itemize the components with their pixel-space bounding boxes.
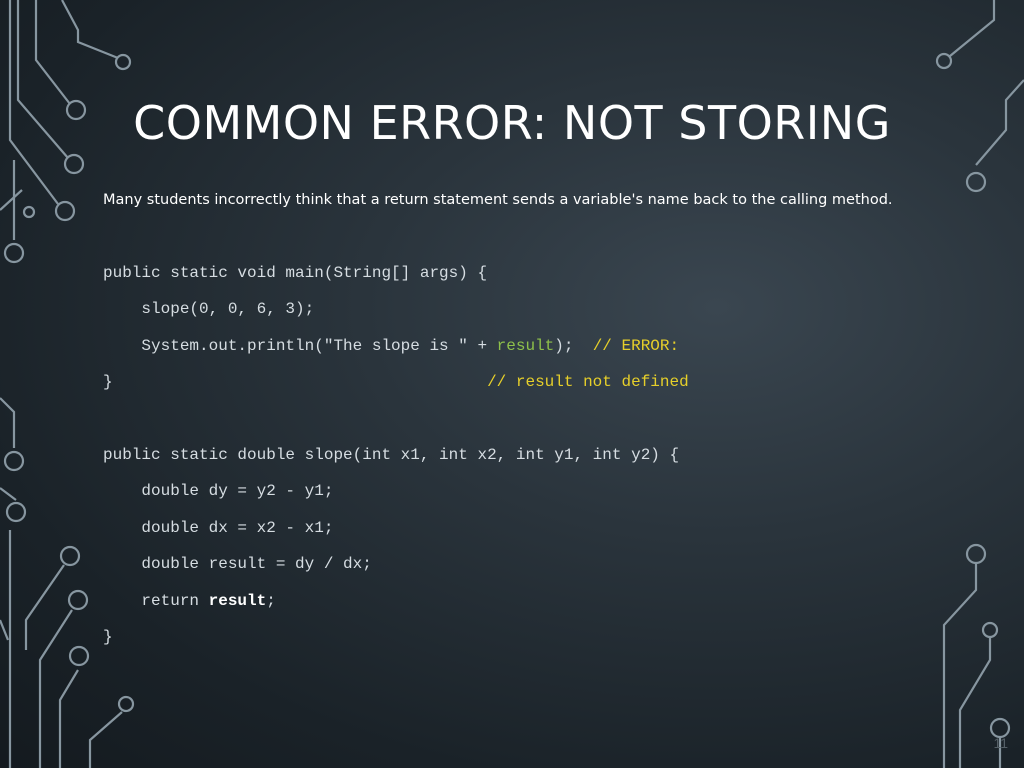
- code-comment: // result not defined: [487, 373, 689, 392]
- code-highlight: result: [496, 336, 555, 355]
- code-line: double dx = x2 - x1;: [103, 518, 334, 537]
- code-text: ;: [266, 591, 276, 610]
- code-text: return: [103, 591, 209, 610]
- code-line: slope(0, 0, 6, 3);: [103, 300, 315, 319]
- code-line: public static void main(String[] args) {: [103, 264, 488, 282]
- code-line: public static double slope(int x1, int x…: [103, 445, 680, 464]
- code-line: double dy = y2 - y1;: [103, 482, 334, 501]
- code-line: } // result not defined: [103, 371, 689, 407]
- code-line: System.out.println("The slope is " + res…: [103, 335, 689, 371]
- code-text: );: [554, 336, 593, 355]
- code-line: double result = dy / dx;: [103, 555, 372, 574]
- page-number: 11: [993, 735, 1008, 751]
- code-text: }: [103, 373, 488, 392]
- code-block: public static void main(String[] args) {…: [103, 262, 689, 662]
- code-bold: result: [208, 591, 267, 610]
- slide-subtitle: Many students incorrectly think that a r…: [103, 192, 893, 208]
- code-comment: // ERROR:: [592, 336, 680, 355]
- code-line: return result;: [103, 590, 689, 626]
- slide-title: COMMON ERROR: NOT STORING: [133, 96, 891, 150]
- code-line: }: [103, 627, 113, 646]
- code-text: System.out.println("The slope is " +: [103, 336, 497, 355]
